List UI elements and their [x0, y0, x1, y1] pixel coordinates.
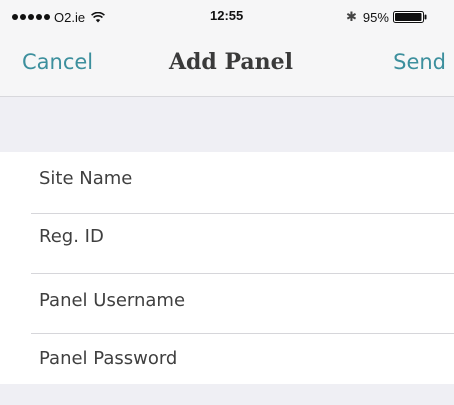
bottom-background [0, 384, 454, 405]
add-panel-screen: O2.ie 12:55 ✱ 95% Cancel Add Panel Send [0, 0, 454, 405]
bluetooth-icon: ✱ [346, 9, 357, 25]
wifi-icon [91, 11, 106, 22]
status-bar-right: ✱ 95% [346, 9, 427, 25]
panel-password-label: Panel Password [39, 348, 178, 369]
add-panel-form: Site Name Reg. ID Panel Username Panel P… [0, 152, 454, 384]
signal-dots-icon [12, 14, 50, 20]
panel-username-label: Panel Username [39, 290, 186, 311]
carrier-name: O2.ie [54, 9, 86, 25]
section-header [0, 97, 454, 152]
panel-username-field[interactable]: Panel Username [0, 274, 454, 334]
reg-id-field[interactable]: Reg. ID [0, 214, 454, 274]
page-title: Add Panel [168, 49, 294, 75]
reg-id-label: Reg. ID [39, 226, 104, 247]
battery-icon [392, 11, 427, 23]
site-name-field[interactable]: Site Name [0, 152, 454, 212]
status-bar: O2.ie 12:55 ✱ 95% [0, 0, 454, 34]
send-button[interactable]: Send [393, 50, 446, 74]
status-time: 12:55 [210, 8, 244, 23]
battery-percent: 95% [362, 9, 389, 25]
status-bar-left: O2.ie [12, 9, 106, 25]
navigation-bar: Cancel Add Panel Send [0, 34, 454, 97]
site-name-label: Site Name [39, 168, 133, 189]
